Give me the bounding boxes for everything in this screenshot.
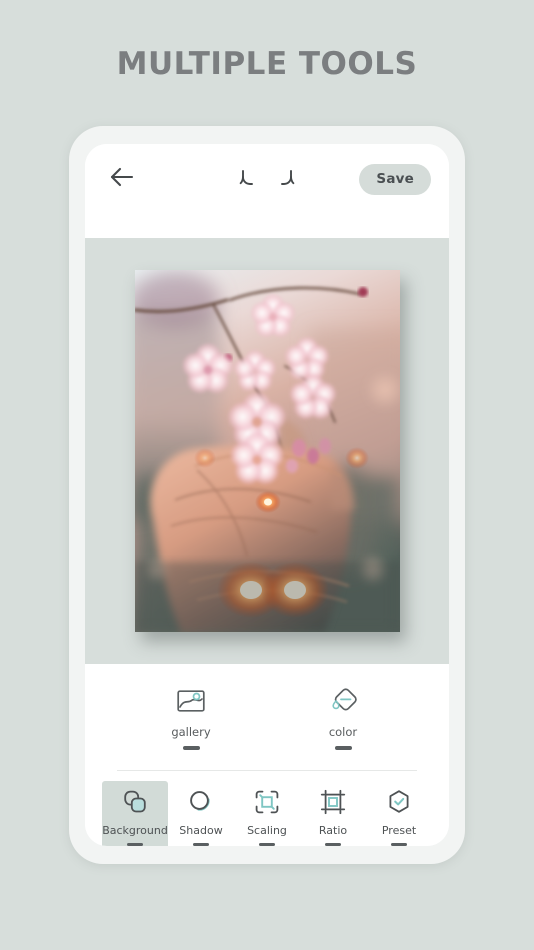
redo-button[interactable]	[272, 164, 298, 192]
subtool-panel: gallery color	[85, 664, 449, 771]
color-drop-icon	[328, 686, 358, 716]
nav-item-background[interactable]: Background	[102, 780, 168, 846]
circle-shadow-icon	[188, 788, 214, 816]
nav-label: Ratio	[318, 823, 348, 837]
scaling-frame-icon	[254, 788, 280, 816]
photo-image	[134, 270, 400, 632]
photo-container[interactable]	[134, 270, 400, 632]
nav-indicator	[127, 842, 143, 846]
hexagon-check-icon	[386, 788, 412, 816]
subtool-indicator	[182, 746, 200, 750]
phone-screen: Save gallery color Background Shadow Sca…	[85, 144, 449, 846]
bottom-nav: Background Shadow Scaling Ratio Preset	[85, 770, 449, 846]
nav-label: Background	[102, 823, 168, 837]
overlapping-shapes-icon	[122, 788, 148, 816]
page-title: MULTIPLE TOOLS	[116, 46, 418, 82]
phone-frame: Save gallery color Background Shadow Sca…	[69, 126, 465, 864]
nav-item-ratio[interactable]: Ratio	[300, 781, 366, 846]
editor-canvas[interactable]	[85, 238, 449, 664]
app-toolbar: Save	[85, 144, 449, 238]
nav-item-preset[interactable]: Preset	[366, 781, 432, 846]
nav-indicator	[391, 842, 407, 846]
nav-indicator	[325, 842, 341, 846]
subtool-label: gallery	[171, 725, 211, 739]
crop-ratio-icon	[320, 788, 346, 816]
undo-redo-group	[236, 164, 298, 192]
undo-button[interactable]	[236, 164, 262, 192]
subtool-label: color	[328, 725, 358, 739]
nav-item-shadow[interactable]: Shadow	[168, 781, 234, 846]
subtool-indicator	[334, 746, 352, 750]
back-button[interactable]	[105, 162, 139, 196]
subtool-gallery[interactable]: gallery	[153, 686, 229, 750]
subtool-color[interactable]: color	[305, 686, 381, 750]
nav-item-scaling[interactable]: Scaling	[234, 781, 300, 846]
image-picture-icon	[177, 686, 205, 716]
nav-label: Scaling	[247, 823, 287, 837]
redo-icon	[281, 170, 295, 185]
save-button[interactable]: Save	[359, 164, 431, 195]
panel-divider	[117, 769, 417, 771]
nav-indicator	[259, 842, 275, 846]
nav-label: Shadow	[179, 823, 223, 837]
subtool-row: gallery color	[85, 686, 449, 750]
nav-indicator	[193, 842, 209, 846]
arrow-left-icon	[109, 166, 135, 193]
nav-label: Preset	[381, 823, 417, 837]
undo-icon	[239, 170, 253, 185]
